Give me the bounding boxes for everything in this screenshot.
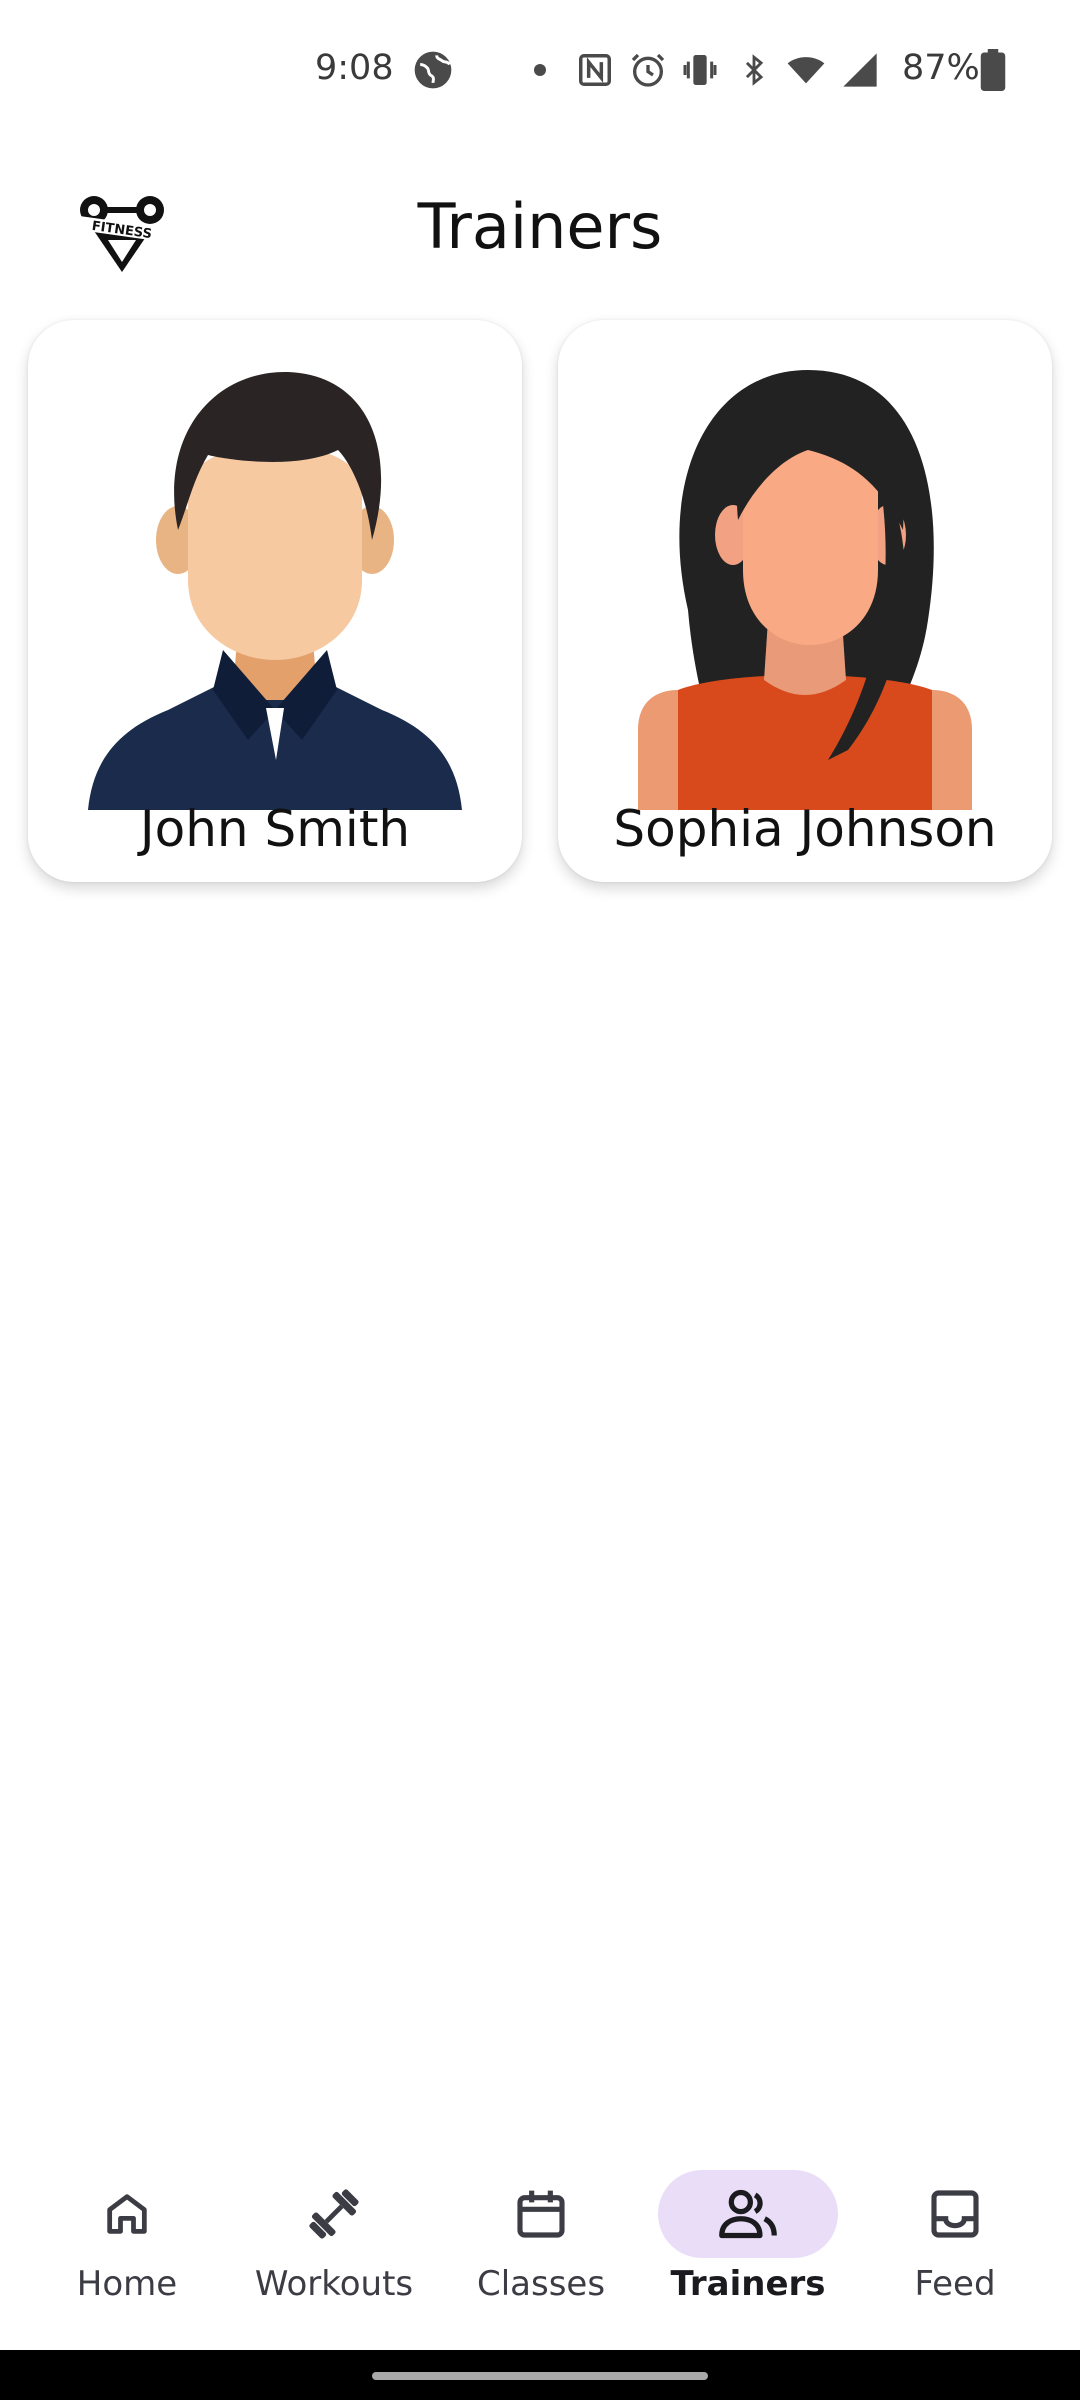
home-gesture-handle[interactable] xyxy=(372,2372,708,2380)
nfc-icon xyxy=(575,48,615,92)
nav-label: Feed xyxy=(914,2264,996,2304)
nav-label: Home xyxy=(76,2264,178,2304)
nav-workouts-pill[interactable] xyxy=(244,2170,424,2258)
female-avatar xyxy=(638,370,972,810)
nav-home-pill[interactable] xyxy=(37,2170,217,2258)
trainer-name: Sophia Johnson xyxy=(613,800,997,858)
nav-workouts[interactable]: Workouts xyxy=(234,2170,434,2330)
nav-feed[interactable]: Feed xyxy=(855,2170,1055,2330)
nav-feed-pill[interactable] xyxy=(865,2170,1045,2258)
dot-icon xyxy=(530,48,550,92)
status-time: 9:08 xyxy=(315,48,394,88)
battery-icon xyxy=(978,48,1008,92)
nav-label: Workouts xyxy=(254,2264,414,2304)
bluetooth-icon xyxy=(736,48,772,92)
globe-icon xyxy=(410,48,456,92)
trainer-card-john-smith[interactable]: John Smith xyxy=(28,320,522,882)
signal-icon xyxy=(838,48,882,92)
nav-trainers-pill[interactable] xyxy=(658,2170,838,2258)
inbox-icon xyxy=(931,2190,979,2238)
battery-percent: 87% xyxy=(902,48,980,88)
home-icon xyxy=(107,2194,147,2234)
gesture-navigation-bar xyxy=(0,2350,1080,2400)
vibrate-icon xyxy=(680,48,720,92)
trainers-grid: John Smith Sophia Johnson xyxy=(28,320,1052,882)
nav-classes-pill[interactable] xyxy=(451,2170,631,2258)
calendar-icon xyxy=(517,2190,565,2238)
trainer-name: John Smith xyxy=(139,800,411,858)
status-bar: 9:08 87% xyxy=(0,0,1080,140)
alarm-icon xyxy=(628,48,668,92)
dumbbell-icon xyxy=(309,2189,359,2239)
wifi-icon xyxy=(782,48,830,92)
people-icon xyxy=(719,2189,777,2239)
bottom-navigation: Home Workouts Classes Trainers Feed xyxy=(0,2150,1080,2350)
page-title: Trainers xyxy=(417,190,663,263)
app-header: FITNESS Trainers xyxy=(0,150,1080,310)
nav-trainers[interactable]: Trainers xyxy=(648,2170,848,2330)
nav-label: Trainers xyxy=(670,2264,826,2304)
nav-label: Classes xyxy=(476,2264,606,2304)
male-avatar xyxy=(88,371,462,810)
nav-classes[interactable]: Classes xyxy=(441,2170,641,2330)
trainer-card-sophia-johnson[interactable]: Sophia Johnson xyxy=(558,320,1052,882)
nav-home[interactable]: Home xyxy=(27,2170,227,2330)
